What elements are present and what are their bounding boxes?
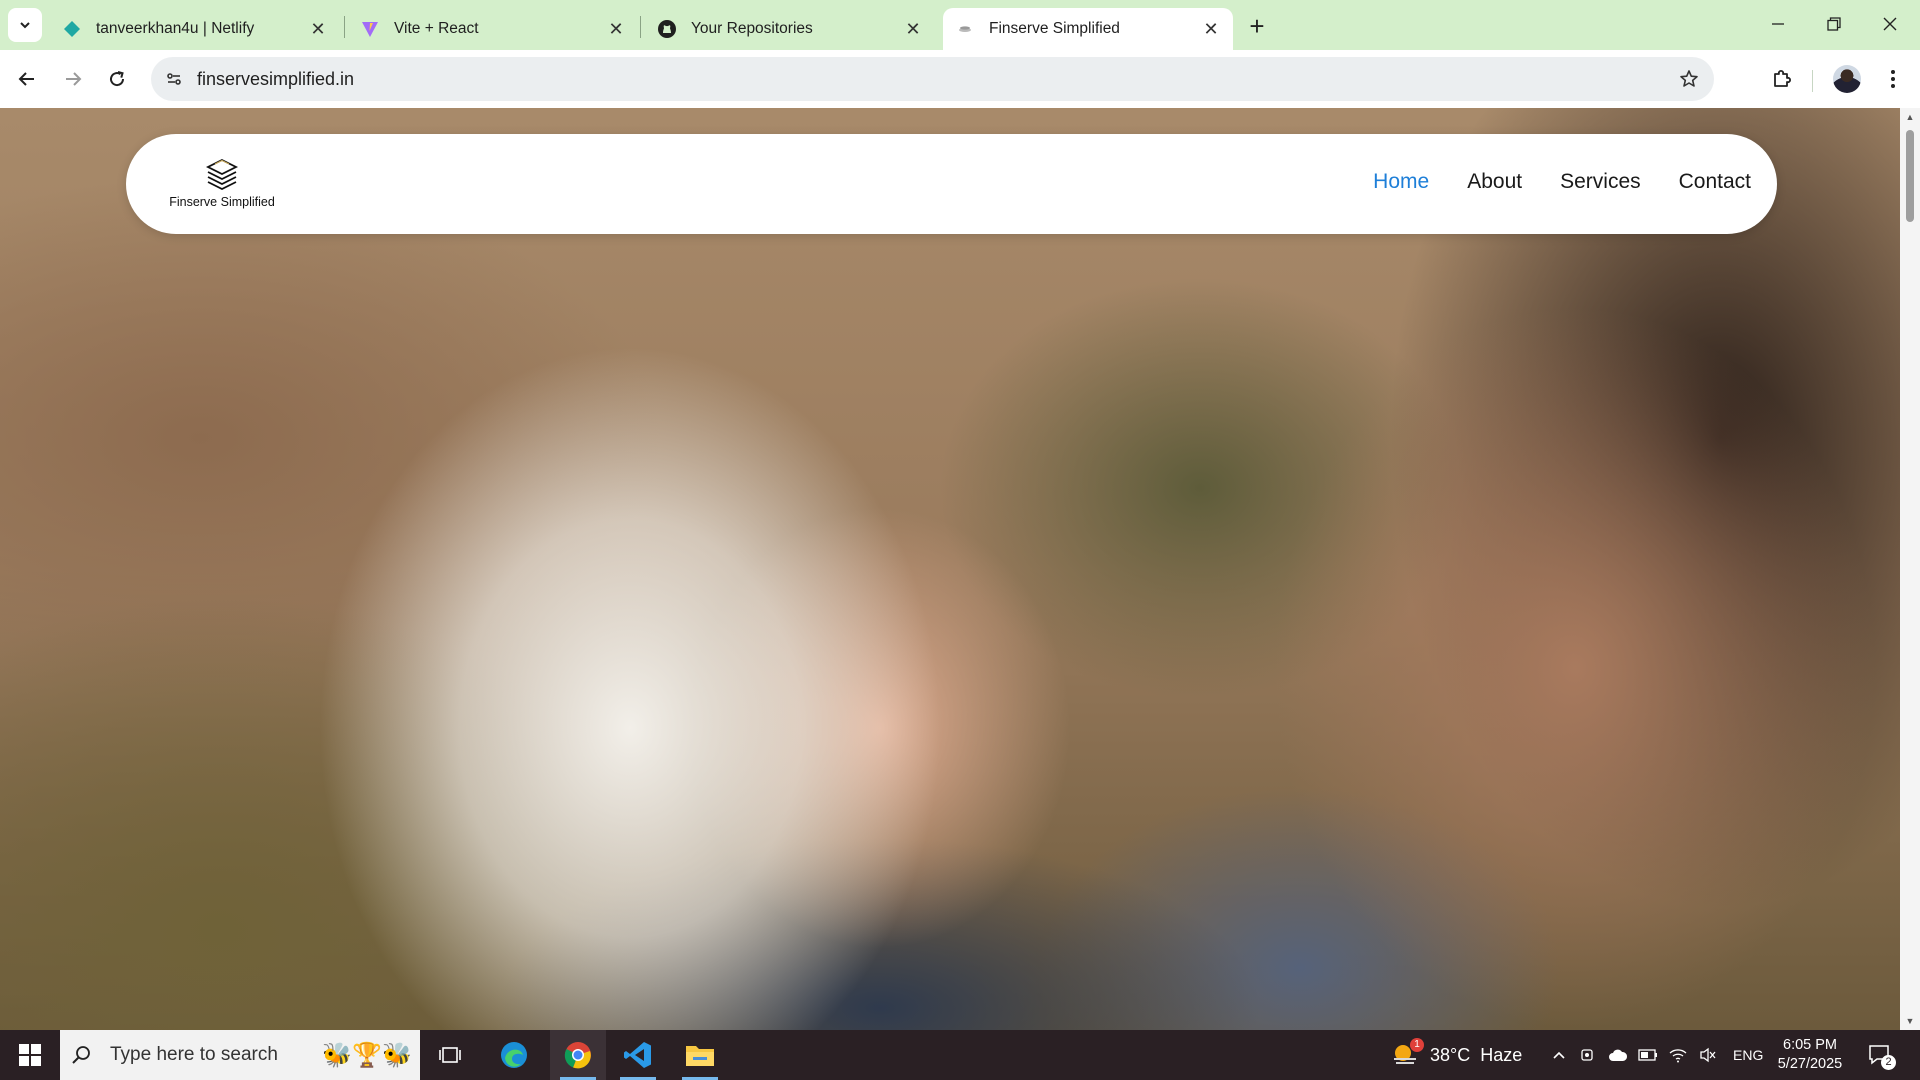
task-view-button[interactable] <box>422 1030 478 1080</box>
page-scrollbar[interactable]: ▲ ▼ <box>1900 108 1920 1030</box>
start-button[interactable] <box>8 1035 52 1075</box>
restore-button[interactable] <box>1806 0 1862 48</box>
new-tab-button[interactable]: + <box>1241 10 1273 42</box>
weather-widget[interactable]: 1 38°C Haze <box>1390 1030 1522 1080</box>
tab-label: Finserve Simplified <box>989 20 1120 37</box>
close-icon[interactable]: ✕ <box>308 19 328 39</box>
close-window-button[interactable] <box>1862 0 1918 48</box>
hero-section: Finserve Simplified Home About Services … <box>0 108 1900 1030</box>
site-header: Finserve Simplified Home About Services … <box>126 134 1777 234</box>
close-icon[interactable]: ✕ <box>606 19 626 39</box>
tab-divider <box>640 16 641 38</box>
close-icon[interactable]: ✕ <box>903 19 923 39</box>
tab-github[interactable]: Your Repositories ✕ <box>645 8 935 50</box>
tab-vite[interactable]: Vite + React ✕ <box>348 8 638 50</box>
restore-icon <box>1827 17 1841 31</box>
onedrive-cloud-icon[interactable] <box>1603 1048 1633 1062</box>
scrollbar-thumb[interactable] <box>1906 130 1914 222</box>
meet-now-icon[interactable] <box>1573 1047 1603 1063</box>
chevron-down-icon <box>20 22 30 29</box>
taskbar-file-explorer[interactable] <box>672 1030 728 1080</box>
browser-menu-button[interactable] <box>1876 62 1910 96</box>
weather-haze-icon: 1 <box>1390 1038 1424 1070</box>
windows-logo-icon <box>19 1044 41 1066</box>
address-bar[interactable]: finservesimplified.in <box>151 57 1714 101</box>
search-icon <box>60 1044 104 1066</box>
folder-icon <box>686 1046 714 1066</box>
wifi-icon[interactable] <box>1663 1047 1693 1063</box>
taskbar-clock[interactable]: 6:05 PM 5/27/2025 <box>1770 1036 1850 1074</box>
more-vertical-icon <box>1891 70 1895 88</box>
tab-search-button[interactable] <box>8 8 42 42</box>
taskbar-search-box[interactable]: Type here to search 🐝 🏆 🐝 <box>60 1030 420 1080</box>
tab-label: tanveerkhan4u | Netlify <box>96 20 255 37</box>
url-text[interactable]: finservesimplified.in <box>197 69 354 90</box>
tab-label: Your Repositories <box>691 20 813 37</box>
nav-services[interactable]: Services <box>1560 170 1641 194</box>
tab-netlify[interactable]: tanveerkhan4u | Netlify ✕ <box>50 8 340 50</box>
brand-name: Finserve Simplified <box>169 195 275 209</box>
trophy-icon: 🏆 <box>352 1041 382 1069</box>
bee-icon: 🐝 <box>382 1041 412 1069</box>
minimize-button[interactable] <box>1750 0 1806 48</box>
github-icon <box>657 19 677 39</box>
search-highlight-image: 🐝 🏆 🐝 <box>322 1038 412 1072</box>
reload-button[interactable] <box>100 62 134 96</box>
nav-home[interactable]: Home <box>1373 170 1429 194</box>
task-view-icon <box>439 1047 461 1063</box>
windows-taskbar: Type here to search 🐝 🏆 🐝 1 38°C Haze EN… <box>0 1030 1920 1080</box>
taskbar-edge[interactable] <box>486 1030 542 1080</box>
taskbar-vscode[interactable] <box>610 1030 666 1080</box>
close-icon[interactable]: ✕ <box>1201 19 1221 39</box>
tab-finserve[interactable]: Finserve Simplified ✕ <box>943 8 1233 50</box>
vite-icon <box>360 19 380 39</box>
toolbar-divider <box>1812 70 1813 92</box>
scroll-up-arrow-icon[interactable]: ▲ <box>1904 111 1916 123</box>
profile-button[interactable] <box>1830 62 1864 96</box>
scroll-down-arrow-icon[interactable]: ▼ <box>1904 1015 1916 1027</box>
clock-date: 5/27/2025 <box>1777 1056 1843 1072</box>
back-button[interactable] <box>10 62 44 96</box>
nav-about[interactable]: About <box>1467 170 1522 194</box>
tab-strip: tanveerkhan4u | Netlify ✕ Vite + React ✕… <box>0 0 1920 50</box>
nav-contact[interactable]: Contact <box>1679 170 1751 194</box>
clock-time: 6:05 PM <box>1783 1037 1837 1053</box>
chrome-icon <box>564 1042 591 1069</box>
puzzle-piece-icon <box>1774 70 1791 87</box>
minimize-icon <box>1772 23 1784 25</box>
volume-muted-icon[interactable] <box>1693 1047 1723 1063</box>
edge-icon <box>501 1042 527 1068</box>
browser-toolbar: finservesimplified.in <box>0 50 1920 108</box>
layers-logo-icon <box>205 158 239 191</box>
hero-image <box>0 108 1900 1030</box>
language-indicator[interactable]: ENG <box>1733 1047 1763 1063</box>
chevron-up-icon[interactable] <box>1545 1050 1573 1060</box>
tab-label: Vite + React <box>394 20 479 37</box>
system-tray: ENG <box>1545 1030 1763 1080</box>
reload-icon <box>110 71 125 87</box>
notification-center-button[interactable]: 2 <box>1862 1038 1898 1072</box>
brand-logo[interactable]: Finserve Simplified <box>169 156 275 216</box>
weather-alert-badge: 1 <box>1410 1038 1424 1052</box>
bee-icon: 🐝 <box>322 1041 352 1069</box>
notification-count-badge: 2 <box>1881 1055 1896 1070</box>
forward-button[interactable] <box>56 62 90 96</box>
arrow-right-icon <box>66 72 82 86</box>
tab-divider <box>344 16 345 38</box>
arrow-left-icon <box>18 72 34 86</box>
weather-text: 38°C Haze <box>1430 1044 1523 1065</box>
extensions-button[interactable] <box>1765 62 1799 96</box>
close-icon <box>1883 17 1897 31</box>
avatar <box>1833 65 1861 93</box>
plus-icon: + <box>1249 10 1265 41</box>
main-nav: Home About Services Contact <box>1373 170 1751 194</box>
site-settings-icon[interactable] <box>161 66 187 92</box>
battery-icon[interactable] <box>1633 1049 1663 1061</box>
vscode-icon <box>624 1042 651 1068</box>
netlify-icon <box>62 19 82 39</box>
search-placeholder: Type here to search <box>110 1044 278 1065</box>
site-favicon <box>955 19 975 39</box>
bookmark-star-icon[interactable] <box>1676 66 1702 92</box>
taskbar-chrome[interactable] <box>550 1030 606 1080</box>
